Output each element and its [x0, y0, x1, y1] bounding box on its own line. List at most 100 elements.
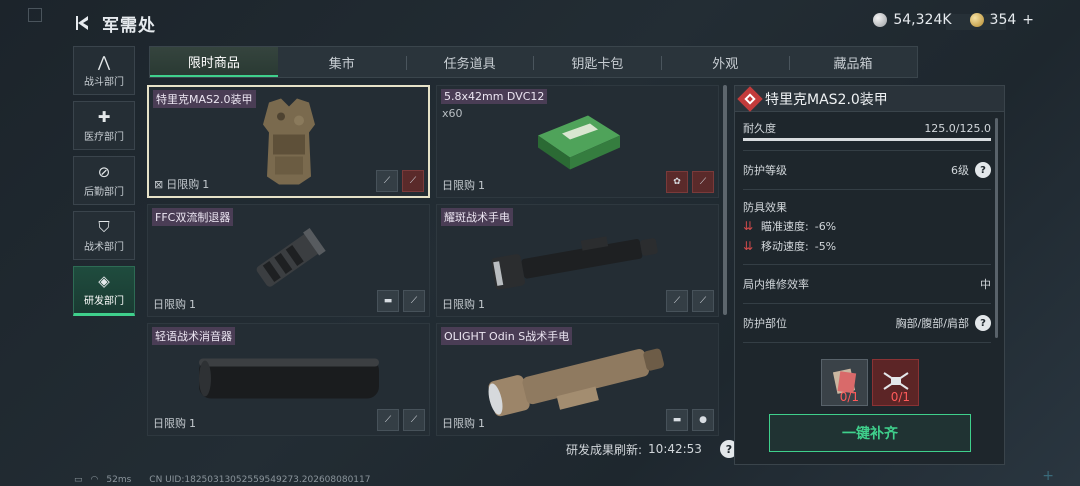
item-detail-panel: 特里克MAS2.0装甲 耐久度 125.0/125.0 防护等级 6级 ? 防具… — [734, 85, 1005, 465]
combat-icon: ⋀ — [97, 52, 111, 71]
tab-keycard[interactable]: 钥匙卡包 — [533, 47, 661, 77]
repair-row: 局内维修效率 中 — [743, 278, 991, 291]
area-value: 胸部/腹部/肩部 — [895, 317, 969, 330]
repair-value: 中 — [980, 278, 991, 291]
tool-icon: ⟋ — [402, 170, 424, 192]
help-icon[interactable]: ? — [975, 162, 991, 178]
tab-quest-items[interactable]: 任务道具 — [405, 47, 534, 77]
item-card-ammo[interactable]: 5.8x42mm DVC12 x60 日限购 1 ✿ ⟋ — [436, 85, 719, 198]
tab-market[interactable]: 集市 — [278, 47, 406, 77]
sidebar-item-combat[interactable]: ⋀ 战斗部门 — [73, 46, 135, 95]
rifle-icon: ⟋ — [377, 409, 399, 431]
plus-icon: + — [1042, 468, 1054, 484]
no-trade-icon: ⊠ — [154, 177, 164, 191]
status-bar: ▭ ◠ 52ms CN UID:18250313052559549273.202… — [74, 475, 370, 485]
card-icons: ✿ ⟋ — [666, 171, 714, 193]
required-item-drone[interactable]: 0/1 — [872, 359, 919, 406]
sidebar-item-label: 后勤部门 — [84, 186, 124, 198]
page-title: 军需处 — [102, 15, 156, 36]
protection-row: 防护等级 6级 ? — [743, 159, 991, 181]
tactical-light-icon — [483, 338, 673, 421]
item-grid: 特里克MAS2.0装甲 ⊠ 日限购 1 ⟋ ⟋ 5.8x42mm DVC12 x… — [147, 85, 721, 436]
tab-bar: 限时商品 集市 任务道具 钥匙卡包 外观 藏品箱 — [149, 46, 918, 78]
silver-amount: 54,324K — [893, 12, 952, 28]
sidebar-item-label: 战斗部门 — [84, 76, 124, 88]
flashlight-icon — [488, 229, 668, 292]
refresh-timer: 研发成果刷新: 10:42:53 ? — [566, 440, 738, 458]
battery-icon: ▭ — [74, 475, 83, 485]
refresh-time: 10:42:53 — [648, 442, 702, 456]
muzzle-brake-icon — [244, 219, 334, 302]
detail-title: 特里克MAS2.0装甲 — [765, 91, 888, 108]
research-icon: ◈ — [98, 272, 110, 290]
purchase-limit: 日限购 1 — [153, 297, 196, 312]
item-card-armor[interactable]: 特里克MAS2.0装甲 ⊠ 日限购 1 ⟋ ⟋ — [147, 85, 430, 198]
sidebar-item-medical[interactable]: ✚ 医疗部门 — [73, 101, 135, 150]
protection-value: 6级 — [951, 164, 969, 177]
purchase-limit: 日限购 1 — [153, 416, 196, 431]
item-card-suppressor[interactable]: 轻语战术消音器 日限购 1 ⟋ ⟋ — [147, 323, 430, 436]
detail-body: 耐久度 125.0/125.0 防护等级 6级 ? 防具效果 ⇊ 瞄准速度: -… — [743, 120, 991, 351]
add-gold-icon[interactable]: + — [1022, 12, 1034, 28]
tab-collection-box[interactable]: 藏品箱 — [789, 47, 917, 77]
required-count: 0/1 — [890, 390, 910, 404]
tactical-icon: ⛉ — [98, 217, 110, 236]
back-icon[interactable] — [72, 12, 94, 34]
refresh-label: 研发成果刷新: — [566, 442, 643, 457]
uid-text: CN UID:18250313052559549273.202608080117 — [149, 475, 371, 485]
grid-scrollbar[interactable] — [723, 85, 727, 315]
item-card-muzzle-brake[interactable]: FFC双流制退器 日限购 1 ▬ ⟋ — [147, 204, 430, 317]
item-card-olight[interactable]: OLIGHT Odin S战术手电 日限购 1 ▬ ● — [436, 323, 719, 436]
ammo-box-icon — [528, 105, 628, 178]
badge-icon: ✿ — [666, 171, 688, 193]
item-title: 特里克MAS2.0装甲 — [153, 90, 256, 108]
detail-scrollbar[interactable] — [995, 118, 998, 338]
gold-coin-icon — [969, 13, 984, 27]
item-title: 耀斑战术手电 — [441, 208, 513, 226]
ammo-icon: ▬ — [666, 409, 688, 431]
header: 军需处 — [72, 10, 156, 36]
item-quantity: x60 — [442, 107, 463, 120]
card-icons: ⟋ ⟋ — [666, 290, 714, 312]
armor-vest-icon — [249, 94, 329, 189]
tab-appearance[interactable]: 外观 — [661, 47, 789, 77]
sidebar: ⋀ 战斗部门 ✚ 医疗部门 ⊘ 后勤部门 ⛉ 战术部门 ◈ 研发部门 — [73, 46, 135, 316]
card-icons: ▬ ⟋ — [377, 290, 425, 312]
bullet-icon: ⟋ — [692, 171, 714, 193]
rifle-icon: ⟋ — [692, 290, 714, 312]
required-items: 0/1 0/1 — [821, 359, 919, 406]
card-icons: ▬ ● — [666, 409, 714, 431]
tab-limited[interactable]: 限时商品 — [150, 47, 278, 77]
sidebar-item-label: 战术部门 — [84, 241, 124, 253]
item-title: 轻语战术消音器 — [152, 327, 235, 345]
required-count: 0/1 — [839, 390, 859, 404]
item-card-flashlight[interactable]: 耀斑战术手电 日限购 1 ⟋ ⟋ — [436, 204, 719, 317]
sidebar-item-research[interactable]: ◈ 研发部门 — [73, 266, 135, 316]
area-row: 防护部位 胸部/腹部/肩部 ? — [743, 312, 991, 334]
durability-row: 耐久度 125.0/125.0 — [743, 120, 991, 142]
silver-coin-icon — [873, 13, 888, 27]
purchase-limit: 日限购 1 — [442, 297, 485, 312]
gold-amount: 354 — [989, 12, 1017, 28]
durability-bar — [743, 138, 991, 141]
item-title: FFC双流制退器 — [152, 208, 234, 226]
item-title: 5.8x42mm DVC12 — [441, 89, 548, 104]
help-icon[interactable]: ? — [975, 315, 991, 331]
debuff-icon: ⇊ — [743, 219, 754, 233]
card-icons: ⟋ ⟋ — [377, 409, 425, 431]
sidebar-item-logistics[interactable]: ⊘ 后勤部门 — [73, 156, 135, 205]
armor-type-icon — [737, 85, 763, 112]
rifle-icon: ⟋ — [376, 170, 398, 192]
sidebar-item-label: 研发部门 — [84, 296, 124, 307]
one-click-supply-button[interactable]: 一键补齐 — [769, 414, 971, 452]
wifi-icon: ◠ — [90, 475, 99, 485]
sidebar-item-tactical[interactable]: ⛉ 战术部门 — [73, 211, 135, 260]
purchase-limit: ⊠ 日限购 1 — [154, 177, 210, 192]
grenade-icon: ● — [692, 409, 714, 431]
effect-aim-speed: ⇊ 瞄准速度: -6% — [743, 219, 837, 233]
gold-currency[interactable]: 354 + — [969, 12, 1034, 28]
corner-box — [28, 8, 42, 22]
suppressor-icon — [189, 350, 389, 409]
required-item-materials[interactable]: 0/1 — [821, 359, 868, 406]
detail-header: 特里克MAS2.0装甲 — [735, 85, 1004, 112]
